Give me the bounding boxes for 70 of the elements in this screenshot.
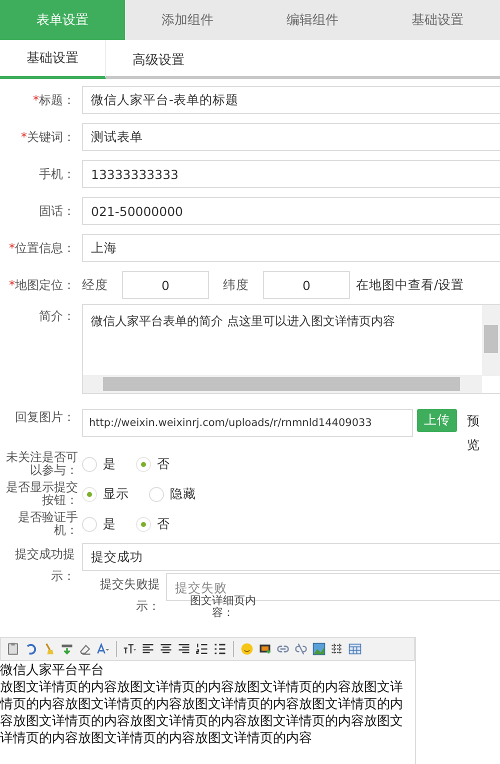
option-label: 显示 (103, 486, 129, 502)
field-label: 未关注是否可以参与： (6, 450, 78, 477)
smiley-icon[interactable] (240, 642, 254, 656)
longitude-label: 经度 (82, 276, 108, 294)
field-label: 是否显示提交按钮： (6, 480, 78, 507)
tab[interactable]: 高级设置 (106, 40, 211, 79)
input-field[interactable]: 上海 (82, 234, 500, 262)
field-label: 提交成功提示： (15, 547, 75, 583)
text-area[interactable]: 微信人家平台表单的简介 点这里可以进入图文详情页内容 (82, 304, 500, 394)
align-right-icon[interactable] (177, 642, 191, 656)
radio-button[interactable] (82, 516, 97, 532)
radio-button[interactable] (82, 486, 97, 502)
table-icon[interactable] (348, 642, 362, 656)
numbered-list-icon[interactable] (195, 642, 209, 656)
scrollbar[interactable] (83, 375, 482, 393)
scrollbar[interactable] (482, 305, 500, 376)
photo-icon[interactable] (312, 642, 326, 656)
field-label: 关键词： (27, 130, 75, 144)
required-mark: * (9, 278, 15, 292)
input-field[interactable]: http://weixin.weixinrj.com/uploads/r/rnmnld14409033 (82, 409, 413, 437)
tab[interactable]: 基础设置 (375, 0, 500, 40)
grid-icon[interactable] (330, 642, 344, 656)
field-label: 地图定位： (15, 278, 75, 292)
bullet-list-icon[interactable] (213, 642, 227, 656)
field-label: 简介： (39, 309, 75, 323)
font-size-icon[interactable] (123, 642, 137, 656)
rich-text-editor[interactable]: 微信人家平台平台 放图文详情页的内容放图文详情页的内容放图文详情页的内容放图文详情页的内容放图文详情页的内容放图文详情页的内容放图文详情页的内容放图文详情页的内容放图文详情页的内容放图文详情页的内容放图文详情页的内容放图文详情页的内容放图文详情页的内容 (0, 637, 416, 764)
latitude-label: 纬度 (223, 276, 249, 294)
option-label: 是 (103, 516, 116, 532)
required-mark: * (21, 130, 27, 144)
align-left-icon[interactable] (141, 642, 155, 656)
option-label: 是 (103, 456, 116, 472)
radio-button[interactable] (136, 456, 151, 472)
font-color-icon[interactable] (96, 642, 110, 656)
paste-icon[interactable] (6, 642, 20, 656)
tab[interactable]: 编辑组件 (250, 0, 375, 40)
unlink-icon[interactable] (294, 642, 308, 656)
option-label: 否 (157, 516, 170, 532)
input-field[interactable]: 提交成功 (82, 543, 500, 571)
field-label: 位置信息： (15, 240, 75, 254)
option-label: 隐藏 (170, 486, 196, 502)
preview-link[interactable]: 预览 (467, 409, 481, 457)
field-label: 手机： (39, 166, 75, 180)
eraser-icon[interactable] (78, 642, 92, 656)
field-label: 提交失败提示： (100, 577, 160, 613)
field-label: 标题： (39, 92, 75, 106)
field-label: 是否验证手机： (18, 510, 78, 537)
editor-text: 微信人家平台平台 (0, 662, 105, 679)
required-mark: * (33, 92, 39, 106)
radio-button[interactable] (82, 456, 97, 472)
input-field[interactable]: 13333333333 (82, 160, 500, 188)
input-field[interactable]: 微信人家平台-表单的标题 (82, 86, 500, 114)
tab[interactable]: 基础设置 (0, 40, 106, 79)
undo-icon[interactable] (24, 642, 38, 656)
insert-icon[interactable] (60, 642, 74, 656)
tab[interactable]: 添加组件 (125, 0, 250, 40)
field-label: 回复图片： (15, 410, 75, 424)
field-label: 固话： (39, 204, 75, 218)
editor-text: 放图文详情页的内容放图文详情页的内容放图文详情页的内容放图文详情页的内容放图文详情页的内容放图文详情页的内容放图文详情页的内容放图文详情页的内容放图文详情页的内容放图文详情页的内容放图文详情页的内容放图文详情页的内容放图文详情页的内容 (0, 679, 404, 747)
longitude-field[interactable]: 0 (122, 271, 209, 299)
option-label: 否 (157, 456, 170, 472)
input-field[interactable]: 021-50000000 (82, 197, 500, 225)
align-center-icon[interactable] (159, 642, 173, 656)
image-icon[interactable] (258, 642, 272, 656)
latitude-field[interactable]: 0 (263, 271, 350, 299)
map-link[interactable]: 在地图中查看/设置 (356, 276, 464, 294)
radio-button[interactable] (149, 486, 164, 502)
input-field[interactable]: 测试表单 (82, 123, 500, 151)
radio-button[interactable] (136, 516, 151, 532)
required-mark: * (9, 240, 15, 254)
